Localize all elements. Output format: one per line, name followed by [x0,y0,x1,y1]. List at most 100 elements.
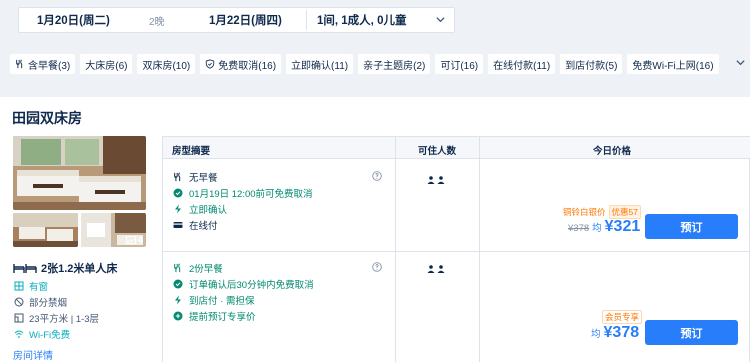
utensils-icon [174,172,181,182]
wifi-icon [14,330,24,338]
offer-cancel-label: 订单确认后30分钟内免费取消 [189,280,314,291]
book-button[interactable]: 预订 [645,320,738,345]
room-photo-main[interactable] [13,136,146,210]
offer-confirm: 立即确认 [173,202,227,216]
filter-label: 亲子主题房(2) [363,60,426,72]
chevron-down-icon[interactable] [435,14,446,25]
original-price: ¥378 [568,223,590,234]
feature-wifi: Wi-Fi免费 [14,327,70,341]
person-icon [427,176,435,184]
guests-selector[interactable]: 1间, 1成人, 0儿童 [317,12,406,28]
image-icon [125,236,136,244]
price-row: 均 ¥378 [591,324,639,342]
feature-area: 23平方米 | 1-3层 [14,311,99,325]
checkin-date[interactable]: 1月20日(周二) [37,12,110,28]
no-smoking-icon [14,297,24,307]
check-circle-icon [173,188,183,198]
price-badges: 会员专享 [602,310,643,324]
filter-family-room[interactable]: 亲子主题房(2) [358,54,431,74]
offer-cancel-label: 01月19日 12:00前可免费取消 [189,189,313,200]
filter-label: 双床房(10) [142,60,191,72]
filter-bar: 含早餐(3) 大床房(6) 双床房(10) 免费取消(16) 立即确认(11) … [0,49,750,79]
avg-label: 均 [591,329,601,340]
room-title: 田园双床房 [12,110,82,126]
filter-label: 免费取消(16) [218,60,277,72]
header-occupancy: 可住人数 [418,146,457,157]
photo-count-badge: 4 [125,235,143,245]
offer-cancel-policy[interactable]: 01月19日 12:00前可免费取消 [173,186,313,200]
occupancy-2 [427,265,445,273]
info-icon[interactable] [372,171,382,181]
person-icon [437,265,445,273]
lightning-icon [175,204,181,214]
filter-pay-online[interactable]: 在线付款(11) [488,54,556,74]
header-summary: 房型摘要 [172,146,211,157]
lightning-icon [175,295,181,305]
room-photo-image [13,136,146,210]
offer-confirm: 到店付 · 需担保 [173,293,254,307]
filter-free-wifi[interactable]: 免费Wi-Fi上网(16) [627,54,719,74]
info-icon[interactable] [372,262,382,272]
feature-label: 有窗 [29,282,49,293]
offer-meal-label: 2份早餐 [189,264,223,275]
room-photo-thumb[interactable] [13,213,78,247]
offer-cancel-policy[interactable]: 订单确认后30分钟内免费取消 [173,277,314,291]
chevron-down-icon[interactable] [735,57,746,68]
avg-label: 均 [592,223,602,234]
search-bar[interactable]: 1月20日(周二) 2晚 1月22日(周四) 1间, 1成人, 0儿童 [18,7,455,33]
filter-label: 在线付款(11) [493,60,551,72]
current-price: ¥378 [603,324,640,341]
filter-label: 含早餐(3) [28,60,71,72]
room-details-link[interactable]: 房间详情 [13,347,53,362]
filter-pay-at-hotel[interactable]: 到店付款(5) [560,54,623,74]
filter-available[interactable]: 可订(16) [435,54,484,74]
filter-label: 免费Wi-Fi上网(16) [632,60,714,72]
filter-instant-confirm[interactable]: 立即确认(11) [286,54,354,74]
feature-label: 部分禁烟 [29,298,68,309]
feature-smoking: 部分禁烟 [14,295,67,309]
shield-check-icon [206,59,215,69]
filter-label: 立即确认(11) [291,60,349,72]
offer-advance-deal: 提前预订专享价 [173,309,256,323]
feature-label: Wi-Fi免费 [29,330,71,341]
utensils-icon [174,263,181,273]
room-photo-thumb[interactable]: 4 [81,213,146,247]
price-badges: 铜铃白银价 优惠57 [563,205,641,219]
offer-meal: 2份早餐 [173,261,223,275]
offer-advance-label: 提前预订专享价 [189,312,256,323]
offer-payment: 在线付 [173,218,218,232]
column-divider [395,137,396,362]
offer-confirm-label: 立即确认 [189,205,228,216]
member-exclusive-badge: 会员专享 [602,310,643,324]
feature-label: 23平方米 | 1-3层 [29,314,100,325]
header-price: 今日价格 [593,146,632,157]
card-icon [173,222,183,228]
room-card: 田园双床房 4 2张1.2米单人床 有窗 部分禁烟 23平方米 | 1-3层 W… [0,97,750,362]
row-divider [163,251,750,252]
filter-king-bed[interactable]: 大床房(6) [80,54,133,74]
plus-circle-icon [173,311,183,321]
filter-free-cancel[interactable]: 免费取消(16) [200,54,282,74]
twin-bed-icon [13,263,37,273]
book-button[interactable]: 预订 [645,214,738,239]
search-divider [306,10,307,30]
checkout-date[interactable]: 1月22日(周四) [209,12,282,28]
offer-meal: 无早餐 [173,170,218,184]
member-tier-badge: 铜铃白银价 [563,207,606,217]
offers-table: 房型摘要 可住人数 今日价格 无早餐 01月19日 12:00前可免费取消 立即… [162,136,750,362]
filter-label: 大床房(6) [85,60,128,72]
filter-twin-bed[interactable]: 双床房(10) [137,54,196,74]
bed-info: 2张1.2米单人床 [13,260,117,276]
person-icon [427,265,435,273]
feature-window: 有窗 [14,279,48,293]
filter-breakfast[interactable]: 含早餐(3) [10,54,76,74]
utensils-icon [16,59,23,69]
photo-count: 4 [137,235,143,245]
table-header: 房型摘要 可住人数 今日价格 [163,137,750,159]
column-divider [479,137,480,362]
filter-label: 到店付款(5) [565,60,618,72]
window-icon [14,281,24,291]
bed-label: 2张1.2米单人床 [41,263,118,275]
discount-badge: 优惠57 [608,205,641,219]
current-price: ¥321 [604,218,641,235]
